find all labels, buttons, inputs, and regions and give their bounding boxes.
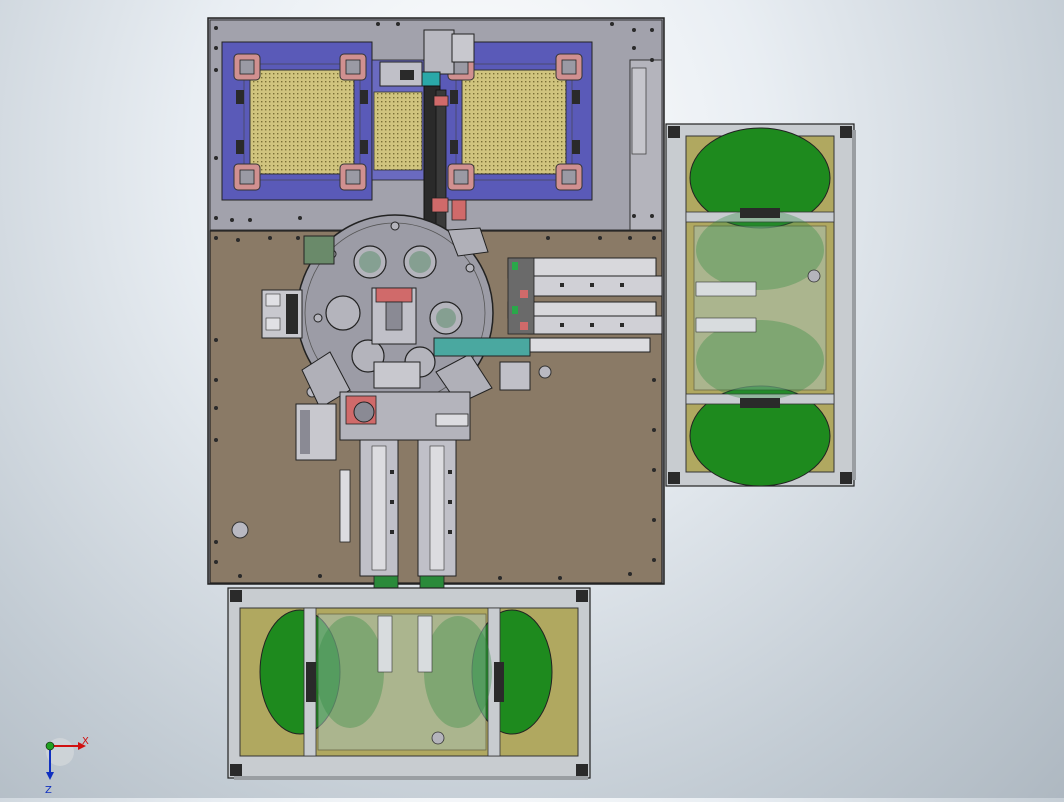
bottom-cart xyxy=(227,587,591,780)
tray-left xyxy=(243,63,361,181)
assembly-drawing[interactable]: X Z xyxy=(0,0,1064,798)
cad-viewport[interactable]: X Z xyxy=(0,0,1064,798)
right-cart xyxy=(665,123,856,487)
coordinate-triad: X Z xyxy=(45,736,89,796)
tray-right xyxy=(455,63,573,181)
triad-z-label: Z xyxy=(45,785,52,796)
triad-x-label: X xyxy=(82,736,89,747)
tray-middle xyxy=(373,91,423,171)
